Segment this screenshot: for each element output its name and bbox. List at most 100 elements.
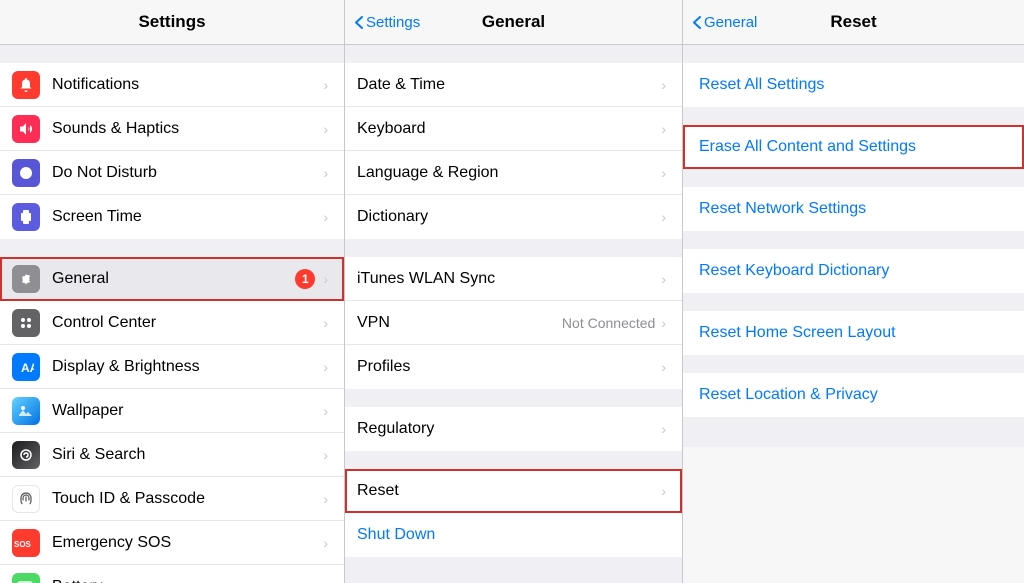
- left-group2: General 1 › Control Center ›: [0, 257, 344, 583]
- section-gap: [683, 231, 1024, 249]
- right-item-reset-all[interactable]: Reset All Settings: [683, 63, 1024, 107]
- section-gap: [345, 451, 682, 469]
- right-item-reset-keyboard[interactable]: Reset Keyboard Dictionary: [683, 249, 1024, 293]
- middle-item-profiles[interactable]: Profiles ›: [345, 345, 682, 389]
- sidebar-item-screentime[interactable]: Screen Time ›: [0, 195, 344, 239]
- section-gap: [345, 239, 682, 257]
- middle-group1: Date & Time › Keyboard › Language & Regi…: [345, 63, 682, 239]
- siri-label: Siri & Search: [52, 446, 323, 464]
- reset-label: Reset: [357, 482, 661, 500]
- chevron-icon: ›: [323, 77, 328, 93]
- middle-title: General: [482, 12, 545, 32]
- chevron-icon: ›: [323, 165, 328, 181]
- dictionary-label: Dictionary: [357, 208, 661, 226]
- middle-item-shutdown[interactable]: Shut Down: [345, 513, 682, 557]
- sidebar-item-notifications[interactable]: Notifications ›: [0, 63, 344, 107]
- right-group5: Reset Home Screen Layout: [683, 311, 1024, 355]
- language-label: Language & Region: [357, 164, 661, 182]
- section-gap: [345, 389, 682, 407]
- middle-item-datetime[interactable]: Date & Time ›: [345, 63, 682, 107]
- middle-item-keyboard[interactable]: Keyboard ›: [345, 107, 682, 151]
- sidebar-item-controlcenter[interactable]: Control Center ›: [0, 301, 344, 345]
- right-item-reset-network[interactable]: Reset Network Settings: [683, 187, 1024, 231]
- section-gap: [0, 239, 344, 257]
- middle-group4: Reset › Shut Down: [345, 469, 682, 557]
- general-badge: 1: [295, 269, 315, 289]
- right-item-reset-location[interactable]: Reset Location & Privacy: [683, 373, 1024, 417]
- reset-homescreen-label: Reset Home Screen Layout: [699, 324, 896, 342]
- middle-item-reset[interactable]: Reset ›: [345, 469, 682, 513]
- sidebar-item-general[interactable]: General 1 ›: [0, 257, 344, 301]
- general-icon: [12, 265, 40, 293]
- middle-item-regulatory[interactable]: Regulatory ›: [345, 407, 682, 451]
- chevron-icon: ›: [661, 315, 666, 331]
- reset-network-label: Reset Network Settings: [699, 200, 866, 218]
- right-group6: Reset Location & Privacy: [683, 373, 1024, 417]
- middle-item-itunes[interactable]: iTunes WLAN Sync ›: [345, 257, 682, 301]
- right-scroll: Reset All Settings Erase All Content and…: [683, 45, 1024, 583]
- bottom-gap: [683, 417, 1024, 447]
- sidebar-item-dnd[interactable]: Do Not Disturb ›: [0, 151, 344, 195]
- right-back-button[interactable]: General: [693, 14, 757, 31]
- middle-item-vpn[interactable]: VPN Not Connected ›: [345, 301, 682, 345]
- sidebar-item-wallpaper[interactable]: Wallpaper ›: [0, 389, 344, 433]
- right-group3: Reset Network Settings: [683, 187, 1024, 231]
- profiles-label: Profiles: [357, 358, 661, 376]
- left-title: Settings: [138, 12, 205, 32]
- middle-group3: Regulatory ›: [345, 407, 682, 451]
- middle-item-dictionary[interactable]: Dictionary ›: [345, 195, 682, 239]
- svg-text:SOS: SOS: [14, 540, 32, 549]
- screentime-icon: [12, 203, 40, 231]
- reset-keyboard-label: Reset Keyboard Dictionary: [699, 262, 889, 280]
- chevron-icon: ›: [323, 491, 328, 507]
- chevron-icon: ›: [661, 271, 666, 287]
- chevron-icon: ›: [323, 403, 328, 419]
- chevron-icon: ›: [661, 77, 666, 93]
- bottom-gap: [345, 557, 682, 583]
- svg-text:AA: AA: [21, 361, 34, 375]
- display-icon: AA: [12, 353, 40, 381]
- middle-item-language[interactable]: Language & Region ›: [345, 151, 682, 195]
- sidebar-item-display[interactable]: AA Display & Brightness ›: [0, 345, 344, 389]
- chevron-icon: ›: [323, 535, 328, 551]
- chevron-icon: ›: [661, 121, 666, 137]
- battery-label: Battery: [52, 578, 323, 583]
- middle-scroll: Date & Time › Keyboard › Language & Regi…: [345, 45, 682, 583]
- right-item-reset-homescreen[interactable]: Reset Home Screen Layout: [683, 311, 1024, 355]
- chevron-icon: ›: [323, 359, 328, 375]
- datetime-label: Date & Time: [357, 76, 661, 94]
- battery-icon: [12, 573, 40, 583]
- right-back-label: General: [704, 14, 757, 31]
- left-header: Settings: [0, 0, 344, 45]
- shutdown-label: Shut Down: [357, 526, 666, 544]
- chevron-icon: ›: [661, 359, 666, 375]
- touchid-label: Touch ID & Passcode: [52, 490, 323, 508]
- sidebar-item-touchid[interactable]: Touch ID & Passcode ›: [0, 477, 344, 521]
- sidebar-item-battery[interactable]: Battery ›: [0, 565, 344, 583]
- chevron-icon: ›: [323, 579, 328, 583]
- dnd-label: Do Not Disturb: [52, 164, 323, 182]
- itunes-label: iTunes WLAN Sync: [357, 270, 661, 288]
- regulatory-label: Regulatory: [357, 420, 661, 438]
- sidebar-item-siri[interactable]: Siri & Search ›: [0, 433, 344, 477]
- sidebar-item-sos[interactable]: SOS Emergency SOS ›: [0, 521, 344, 565]
- right-header: General Reset: [683, 0, 1024, 45]
- right-item-erase-all[interactable]: Erase All Content and Settings: [683, 125, 1024, 169]
- chevron-icon: ›: [661, 483, 666, 499]
- section-gap: [0, 45, 344, 63]
- right-group4: Reset Keyboard Dictionary: [683, 249, 1024, 293]
- display-label: Display & Brightness: [52, 358, 323, 376]
- sidebar-item-sounds[interactable]: Sounds & Haptics ›: [0, 107, 344, 151]
- controlcenter-icon: [12, 309, 40, 337]
- middle-back-button[interactable]: Settings: [355, 14, 420, 31]
- right-group2: Erase All Content and Settings: [683, 125, 1024, 169]
- controlcenter-label: Control Center: [52, 314, 323, 332]
- sounds-icon: [12, 115, 40, 143]
- section-gap: [683, 355, 1024, 373]
- vpn-label: VPN: [357, 314, 562, 332]
- left-scroll: Notifications › Sounds & Haptics ›: [0, 45, 344, 583]
- touchid-icon: [12, 485, 40, 513]
- screentime-label: Screen Time: [52, 208, 323, 226]
- reset-all-label: Reset All Settings: [699, 76, 824, 94]
- chevron-icon: ›: [323, 121, 328, 137]
